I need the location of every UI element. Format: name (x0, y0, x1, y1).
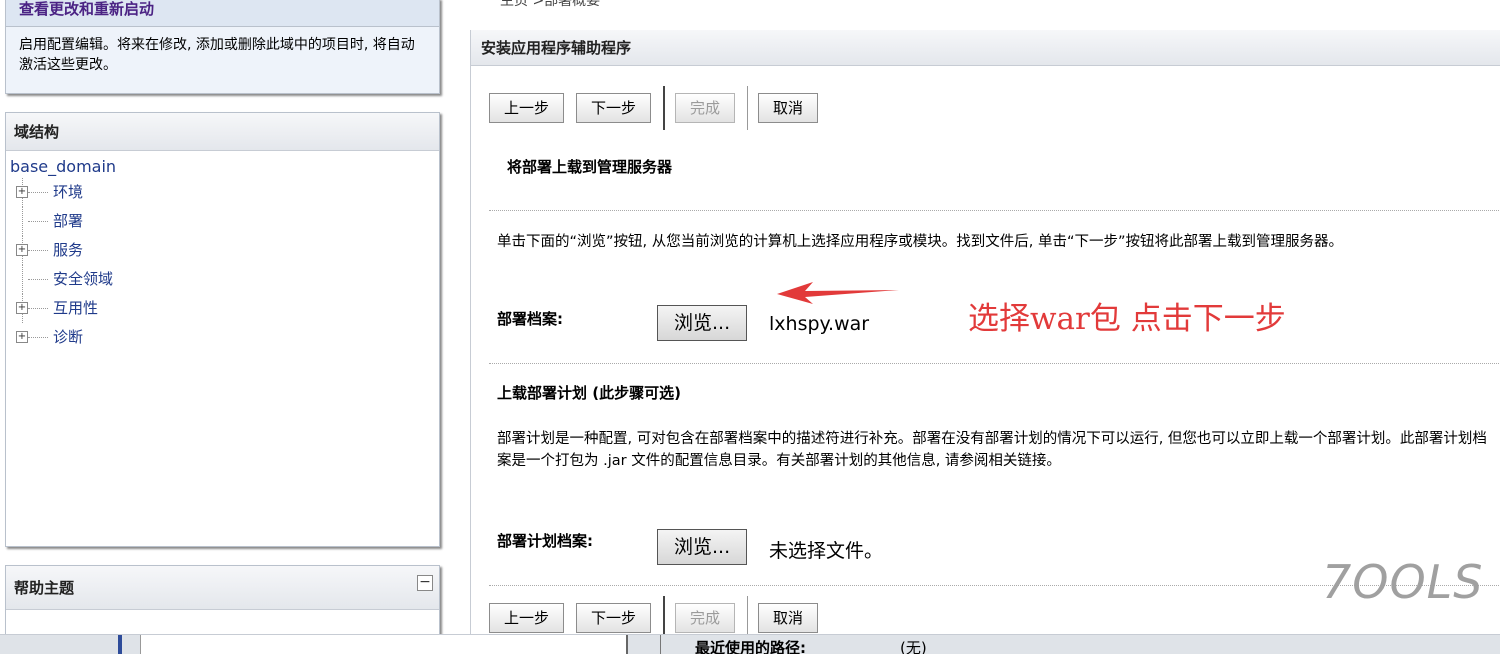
expand-icon[interactable]: + (16, 302, 28, 314)
next-button[interactable]: 下一步 (576, 93, 652, 123)
cancel-button[interactable]: 取消 (758, 603, 819, 633)
tree-item-security-realms[interactable]: 安全领域 (6, 265, 439, 294)
archive-label: 部署档案: (497, 310, 563, 328)
tree-item-label: 安全领域 (53, 270, 114, 288)
tree-connector (22, 265, 23, 294)
divider (489, 210, 1499, 211)
tree-item-services[interactable]: + 服务 (6, 236, 439, 265)
window-edge (660, 635, 661, 654)
recent-paths-label: 最近使用的路径: (695, 639, 806, 654)
tree-connector (28, 279, 48, 280)
tree-item-label: 互用性 (53, 299, 99, 317)
page-title: 安装应用程序辅助程序 (471, 30, 1500, 66)
wizard-button-bar-top: 上一步 下一步 完成 取消 (489, 86, 830, 130)
upload-instructions: 单击下面的“浏览”按钮, 从您当前浏览的计算机上选择应用程序或模块。找到文件后,… (497, 234, 1343, 250)
back-button[interactable]: 上一步 (489, 93, 565, 123)
domain-structure-title: 域结构 (6, 113, 439, 151)
cancel-button[interactable]: 取消 (758, 93, 819, 123)
divider (489, 363, 1499, 364)
tree-item-label: 服务 (53, 241, 84, 259)
tree-connector (28, 308, 48, 309)
plan-file-name: 未选择文件。 (769, 540, 884, 562)
change-center-panel: 查看更改和重新启动 启用配置编辑。将来在修改, 添加或删除此域中的项目时, 将自… (5, 0, 440, 94)
plan-instructions: 部署计划是一种配置, 可对包含在部署档案中的描述符进行补充。部署在没有部署计划的… (497, 431, 1487, 469)
tree-connector (28, 250, 48, 251)
plan-section-title: 上载部署计划 (此步骤可选) (497, 384, 681, 402)
plan-browse-button[interactable]: 浏览... (657, 529, 748, 565)
change-center-message: 启用配置编辑。将来在修改, 添加或删除此域中的项目时, 将自动激活这些更改。 (19, 37, 415, 73)
plan-label: 部署计划档案: (497, 532, 593, 550)
help-topics-title: 帮助主题 (6, 566, 439, 610)
domain-tree: base_domain + 环境 部署 + 服务 安全领域 + 互用性 + 诊断 (6, 151, 439, 352)
tree-item-interoperability[interactable]: + 互用性 (6, 294, 439, 323)
red-arrow-annotation (777, 282, 899, 304)
back-button[interactable]: 上一步 (489, 603, 565, 633)
recent-paths-value: (无) (900, 639, 927, 654)
expand-icon[interactable]: + (16, 244, 28, 256)
archive-browse-button[interactable]: 浏览... (657, 305, 748, 341)
expand-icon[interactable]: + (16, 186, 28, 198)
watermark-logo: 7OOLS (1322, 555, 1484, 609)
tree-item-diagnostics[interactable]: + 诊断 (6, 323, 439, 352)
separator (747, 86, 749, 130)
expand-icon[interactable]: + (16, 331, 28, 343)
finish-button[interactable]: 完成 (675, 93, 736, 123)
overlapping-window-strip: 最近使用的路径: (无) (0, 634, 1500, 654)
tree-connector (28, 221, 48, 222)
tree-connector (28, 192, 48, 193)
separator (663, 86, 666, 130)
window-pane (140, 635, 628, 654)
tree-item-label: 诊断 (53, 328, 84, 346)
finish-button[interactable]: 完成 (675, 603, 736, 633)
tree-root-base-domain[interactable]: base_domain (6, 156, 439, 178)
tree-item-label: 环境 (53, 183, 84, 201)
tree-connector (28, 337, 48, 338)
window-edge (118, 635, 122, 654)
collapse-icon[interactable]: − (417, 575, 433, 591)
domain-structure-panel: 域结构 base_domain + 环境 部署 + 服务 安全领域 + 互用性 … (5, 112, 440, 547)
next-button[interactable]: 下一步 (576, 603, 652, 633)
breadcrumb[interactable]: 主页 >部署概要 (500, 0, 600, 10)
tree-item-deployments[interactable]: 部署 (6, 207, 439, 236)
tree-item-environment[interactable]: + 环境 (6, 178, 439, 207)
tree-connector (22, 207, 23, 236)
annotation-text: 选择war包 点击下一步 (968, 301, 1286, 337)
change-center-title[interactable]: 查看更改和重新启动 (6, 0, 439, 27)
upload-section-title: 将部署上载到管理服务器 (507, 158, 673, 176)
archive-file-name: lxhspy.war (769, 313, 870, 335)
tree-item-label: 部署 (53, 212, 84, 230)
